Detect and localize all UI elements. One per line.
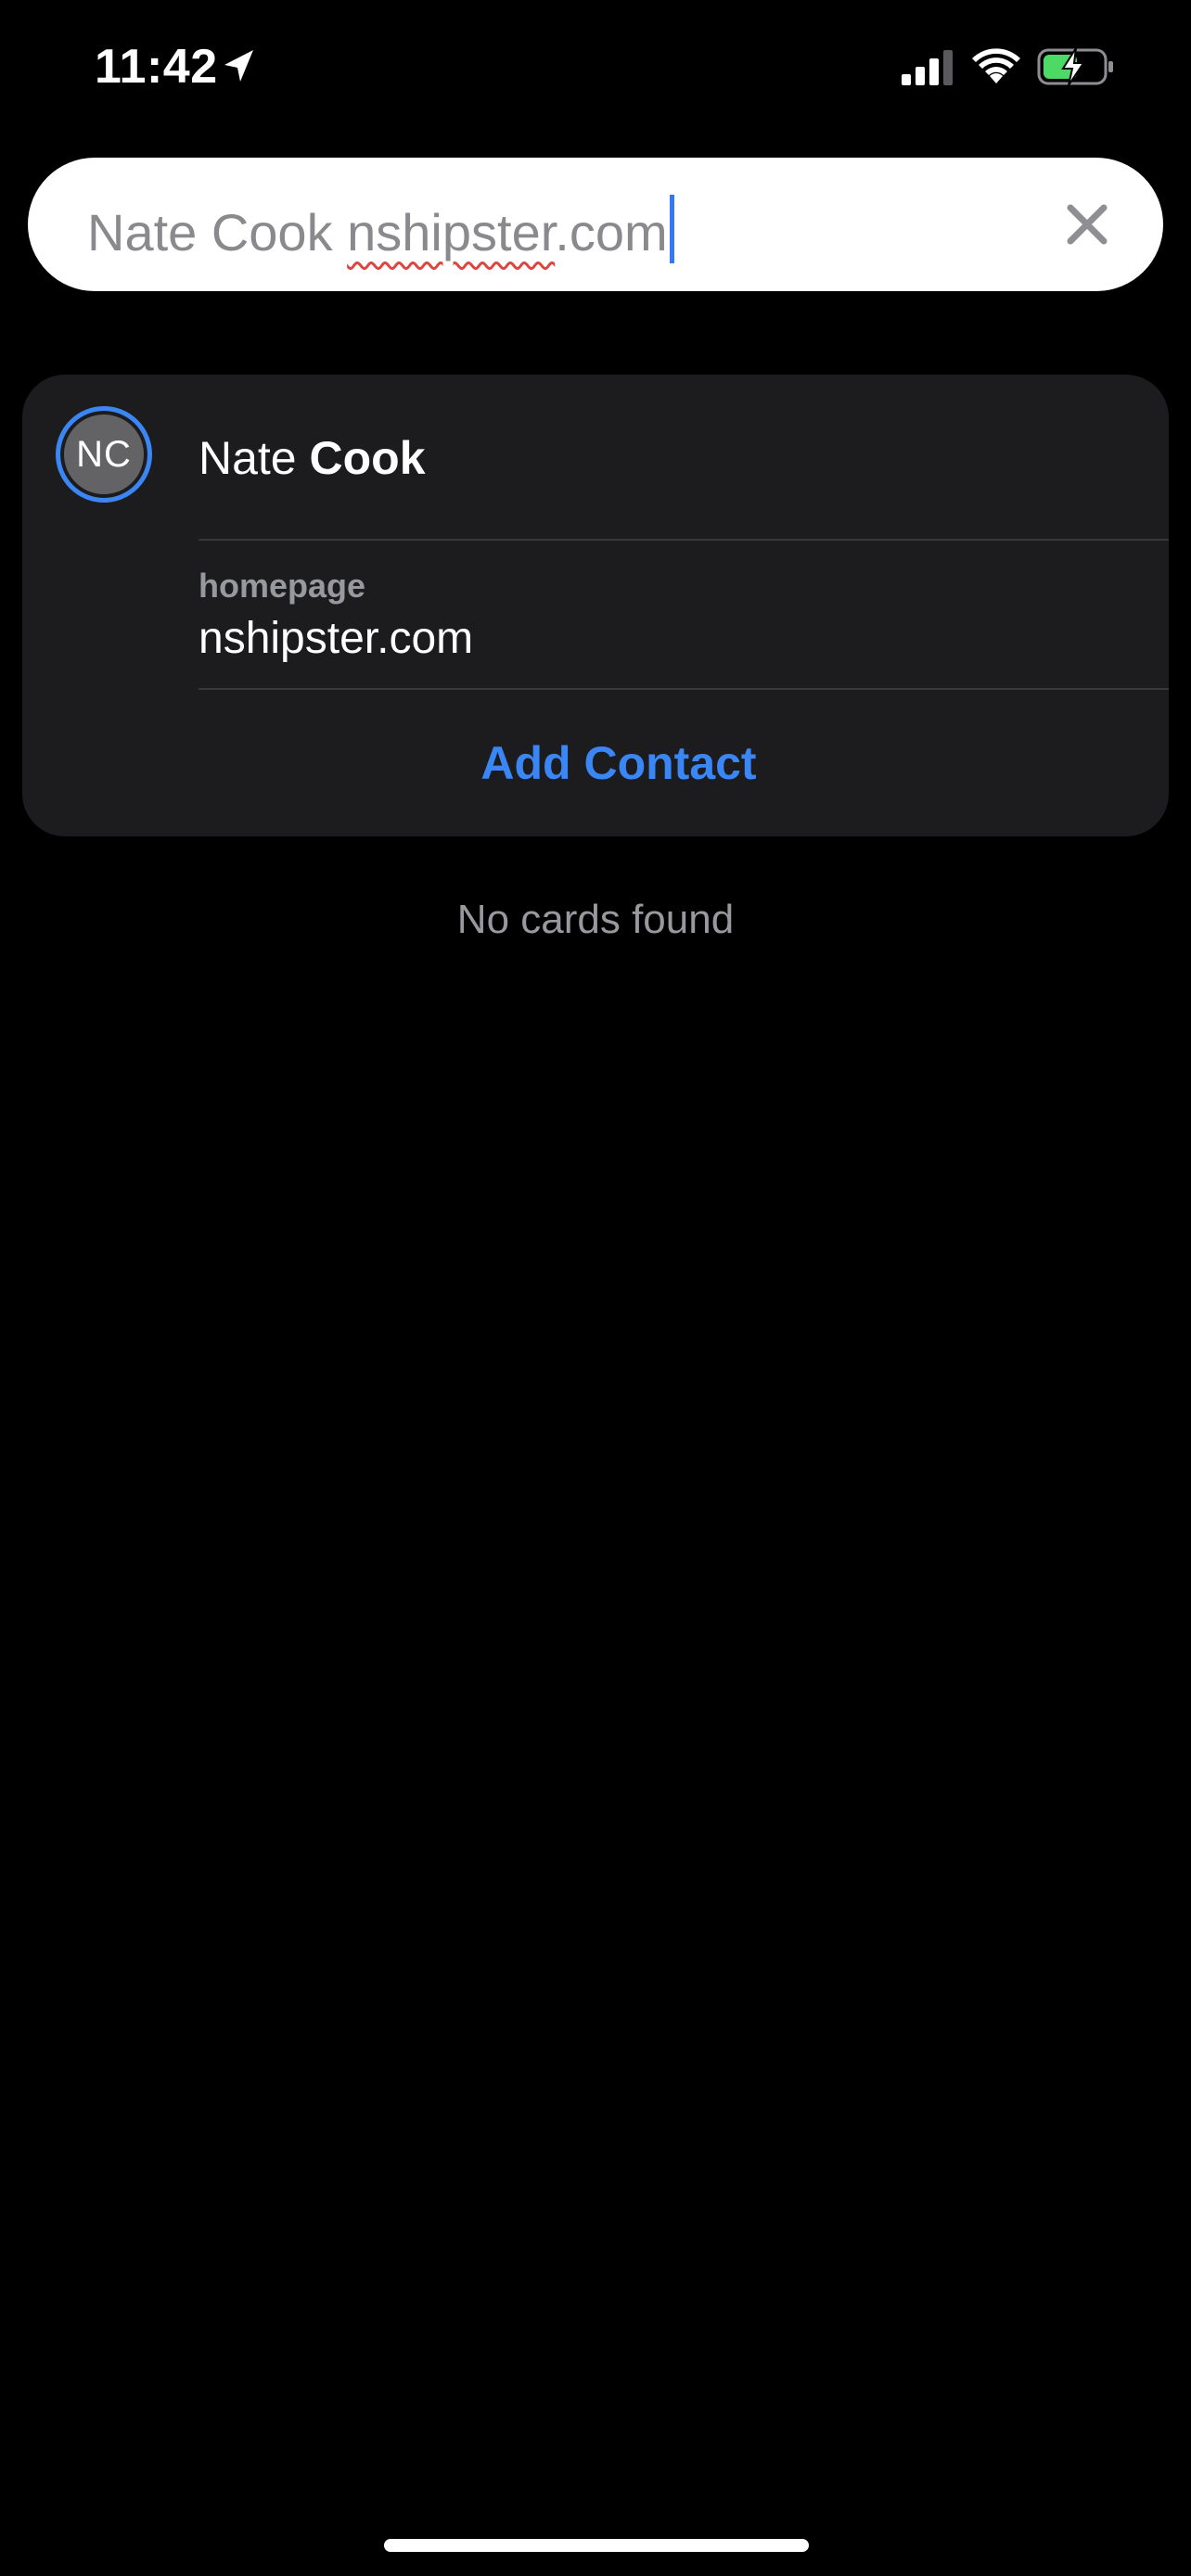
homepage-label: homepage xyxy=(198,567,366,605)
homepage-value[interactable]: nshipster.com xyxy=(198,612,473,666)
wifi-icon xyxy=(972,48,1020,83)
location-arrow-icon xyxy=(224,50,253,82)
add-contact-button[interactable]: Add Contact xyxy=(198,690,1039,836)
search-field[interactable]: Nate Cook nshipster.com xyxy=(28,158,1163,291)
clear-x-icon[interactable] xyxy=(1063,200,1111,249)
search-input[interactable]: Nate Cook nshipster.com xyxy=(87,195,674,263)
search-query-misspelled: nshipster xyxy=(347,203,556,261)
contact-card: NC Nate Cook homepage nshipster.com Add … xyxy=(22,375,1169,836)
home-indicator[interactable] xyxy=(384,2539,809,2552)
text-caret xyxy=(669,195,674,263)
no-cards-message: No cards found xyxy=(456,897,735,942)
battery-charging-icon xyxy=(1037,47,1113,86)
contact-first-name: Nate xyxy=(198,432,297,484)
divider xyxy=(198,539,1169,541)
status-bar: 11:42 xyxy=(0,0,1191,139)
avatar-initials: NC xyxy=(76,433,132,475)
search-query-suffix: .com xyxy=(555,203,668,261)
cellular-signal-icon xyxy=(902,50,953,85)
contact-last-name: Cook xyxy=(309,432,426,484)
status-time: 11:42 xyxy=(95,40,218,94)
contact-name: Nate Cook xyxy=(198,430,426,486)
avatar: NC xyxy=(56,406,152,503)
search-query-prefix: Nate Cook xyxy=(87,203,348,261)
